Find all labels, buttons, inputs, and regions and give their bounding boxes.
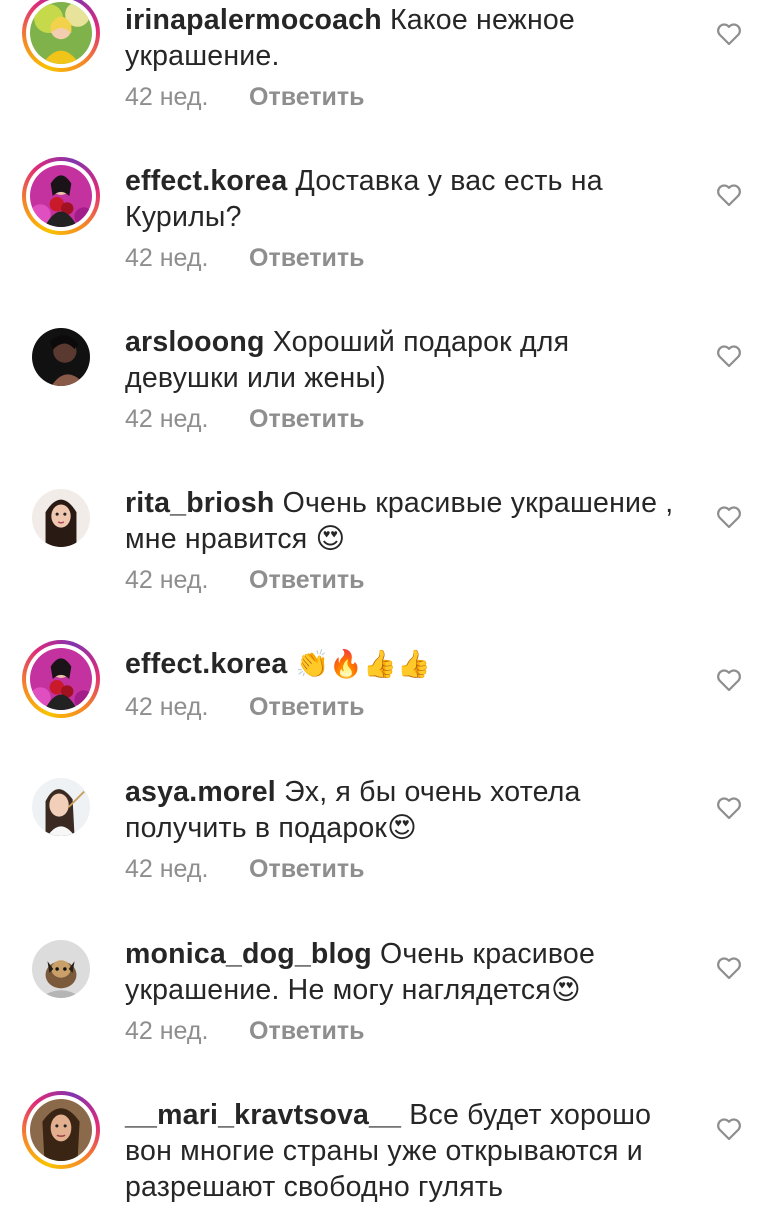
comment-time: 42 нед. xyxy=(125,83,209,111)
comment-username[interactable]: effect.korea xyxy=(125,165,287,197)
avatar-ring[interactable] xyxy=(22,318,100,396)
comment-time: 42 нед. xyxy=(125,244,209,272)
reply-button[interactable]: Ответить xyxy=(249,404,365,434)
comment-username[interactable]: __mari_kravtsova__ xyxy=(125,1099,401,1131)
avatar-story-ring[interactable] xyxy=(22,157,100,235)
comment-time: 42 нед. xyxy=(125,855,209,883)
reply-button[interactable]: Ответить xyxy=(249,692,365,722)
avatar xyxy=(30,648,92,710)
avatar xyxy=(32,778,90,836)
comment-time: 42 нед. xyxy=(125,405,209,433)
reply-button[interactable]: Ответить xyxy=(249,82,365,112)
comment-username[interactable]: asya.morel xyxy=(125,776,276,808)
comment-text: 👏🔥👍👍 xyxy=(295,649,431,680)
heart-outline-icon[interactable] xyxy=(716,183,742,207)
comment-username[interactable]: monica_dog_blog xyxy=(125,938,372,970)
avatar xyxy=(32,940,90,998)
reply-button[interactable]: Ответить xyxy=(249,565,365,595)
heart-outline-icon[interactable] xyxy=(716,505,742,529)
comment-username[interactable]: rita_briosh xyxy=(125,487,275,519)
reply-button[interactable]: Ответить xyxy=(249,1016,365,1046)
heart-outline-icon[interactable] xyxy=(716,796,742,820)
avatar xyxy=(32,328,90,386)
avatar-ring[interactable] xyxy=(22,930,100,1008)
avatar xyxy=(30,2,92,64)
avatar-story-ring[interactable] xyxy=(22,0,100,72)
avatar-story-ring[interactable] xyxy=(22,640,100,718)
heart-outline-icon[interactable] xyxy=(716,1117,742,1141)
comment-time: 42 нед. xyxy=(125,566,209,594)
avatar-ring[interactable] xyxy=(22,479,100,557)
comment-username[interactable]: effect.korea xyxy=(125,648,287,680)
avatar xyxy=(30,165,92,227)
heart-outline-icon[interactable] xyxy=(716,344,742,368)
comment-username[interactable]: irinapalermocoach xyxy=(125,4,382,36)
avatar-story-ring[interactable] xyxy=(22,1091,100,1169)
avatar-ring[interactable] xyxy=(22,768,100,846)
heart-outline-icon[interactable] xyxy=(716,956,742,980)
comment-time: 42 нед. xyxy=(125,1017,209,1045)
avatar xyxy=(30,1099,92,1161)
comment-time: 42 нед. xyxy=(125,693,209,721)
heart-outline-icon[interactable] xyxy=(716,22,742,46)
heart-outline-icon[interactable] xyxy=(716,668,742,692)
comment-username[interactable]: arslooong xyxy=(125,326,265,358)
reply-button[interactable]: Ответить xyxy=(249,854,365,884)
reply-button[interactable]: Ответить xyxy=(249,243,365,273)
avatar xyxy=(32,489,90,547)
